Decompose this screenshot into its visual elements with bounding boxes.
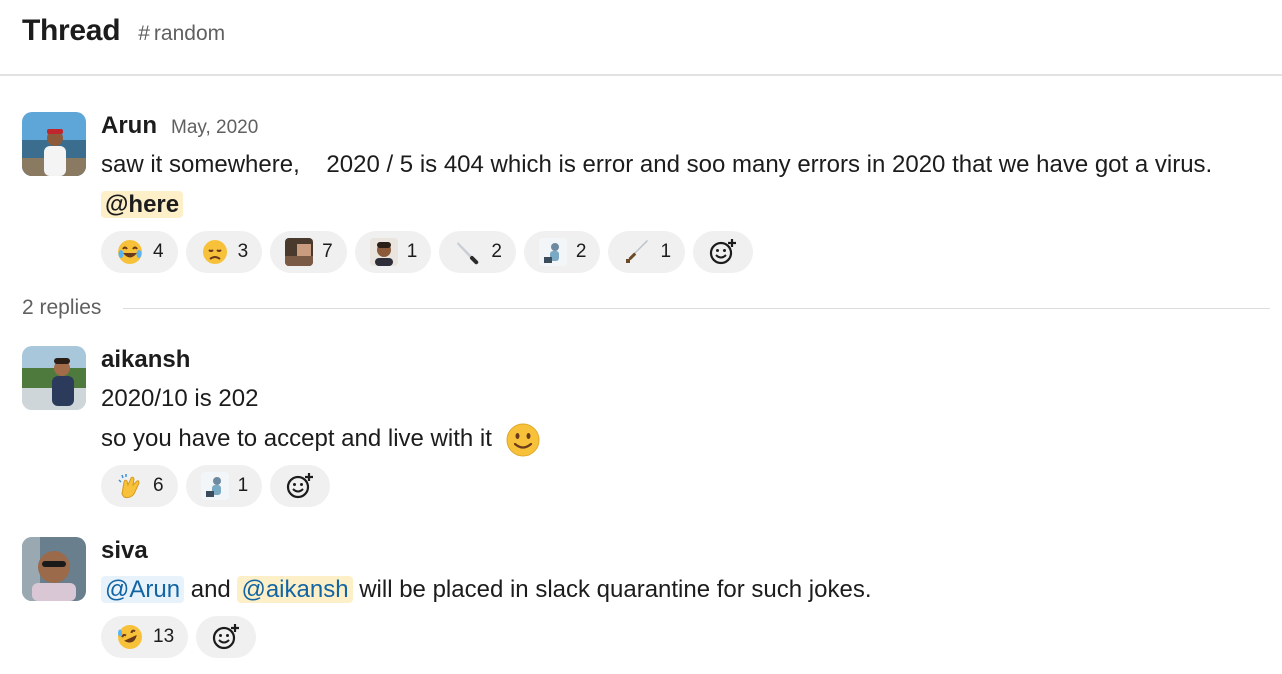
reaction-custom-face[interactable]: 1	[354, 231, 432, 273]
reaction-bar: 13	[101, 616, 1268, 658]
reaction-bar: 4 3 7 1 2 2 1	[101, 231, 1268, 273]
add-reaction-button[interactable]	[196, 616, 257, 658]
reaction-clap[interactable]: 6	[101, 465, 178, 507]
add-emoji-icon	[211, 622, 241, 652]
message-text-body: saw it somewhere, 2020 / 5 is 404 which …	[101, 151, 1219, 178]
message-text: so you have to accept and live with it	[101, 419, 1268, 459]
reaction-joy[interactable]: 4	[101, 231, 178, 273]
reaction-count: 4	[153, 241, 164, 262]
reaction-count: 1	[237, 475, 249, 496]
custom-figure-emoji-icon	[538, 237, 568, 267]
reaction-count: 7	[322, 241, 333, 262]
custom-photo-emoji-icon	[284, 237, 314, 267]
replies-count-label: 2 replies	[22, 296, 102, 319]
reaction-count: 6	[153, 475, 164, 496]
add-reaction-button[interactable]	[270, 465, 331, 507]
clap-emoji-icon	[115, 471, 145, 501]
replies-divider: 2 replies	[22, 296, 1270, 320]
author-name[interactable]: siva	[101, 537, 148, 565]
author-name[interactable]: Arun	[101, 112, 157, 140]
avatar[interactable]	[22, 112, 86, 176]
rofl-emoji-icon	[115, 622, 145, 652]
reaction-bar: 6 1	[101, 465, 1268, 507]
message-text: saw it somewhere, 2020 / 5 is 404 which …	[101, 145, 1268, 225]
reaction-count: 13	[153, 626, 175, 647]
message-text-connector: and	[184, 576, 238, 603]
add-reaction-button[interactable]	[693, 231, 754, 273]
hash-icon: #	[138, 22, 150, 45]
knife-emoji-icon	[453, 237, 483, 267]
reaction-knife[interactable]: 2	[439, 231, 516, 273]
thread-header: Thread # random	[0, 0, 1282, 76]
reaction-count: 1	[660, 241, 672, 262]
dagger-emoji-icon	[622, 237, 652, 267]
message-text-body: will be placed in slack quarantine for s…	[352, 576, 872, 603]
reaction-count: 2	[491, 241, 502, 262]
add-emoji-icon	[285, 471, 315, 501]
avatar[interactable]	[22, 346, 86, 410]
message-text: @Arun and @aikansh will be placed in sla…	[101, 570, 1268, 610]
channel-link[interactable]: # random	[138, 22, 225, 46]
mention-aikansh[interactable]: @aikansh	[237, 576, 353, 603]
reaction-custom-photo[interactable]: 7	[270, 231, 347, 273]
reaction-dagger[interactable]: 1	[608, 231, 686, 273]
message-timestamp[interactable]: May, 2020	[171, 117, 258, 139]
divider-line	[123, 307, 1270, 309]
joy-emoji-icon	[115, 237, 145, 267]
reaction-custom-figure[interactable]: 1	[185, 465, 263, 507]
add-emoji-icon	[708, 237, 738, 267]
custom-face-emoji-icon	[369, 237, 399, 267]
custom-figure-emoji-icon	[200, 471, 230, 501]
reaction-count: 3	[237, 241, 249, 262]
reaction-custom-figure[interactable]: 2	[523, 231, 601, 273]
reaction-count: 2	[575, 241, 587, 262]
disappointed-emoji-icon	[200, 237, 230, 267]
channel-name: random	[153, 22, 226, 45]
reaction-count: 1	[406, 241, 418, 262]
slightly-smiling-face-icon	[505, 422, 541, 458]
message-text-line: so you have to accept and live with it	[101, 425, 492, 452]
reaction-disappointed[interactable]: 3	[185, 231, 263, 273]
avatar[interactable]	[22, 537, 86, 601]
thread-title: Thread	[22, 14, 121, 47]
author-name[interactable]: aikansh	[101, 346, 190, 374]
mention-here[interactable]: @here	[101, 191, 184, 218]
mention-arun[interactable]: @Arun	[101, 576, 185, 603]
message-text-line: 2020/10 is 202	[101, 385, 259, 412]
reaction-rofl[interactable]: 13	[101, 616, 189, 658]
